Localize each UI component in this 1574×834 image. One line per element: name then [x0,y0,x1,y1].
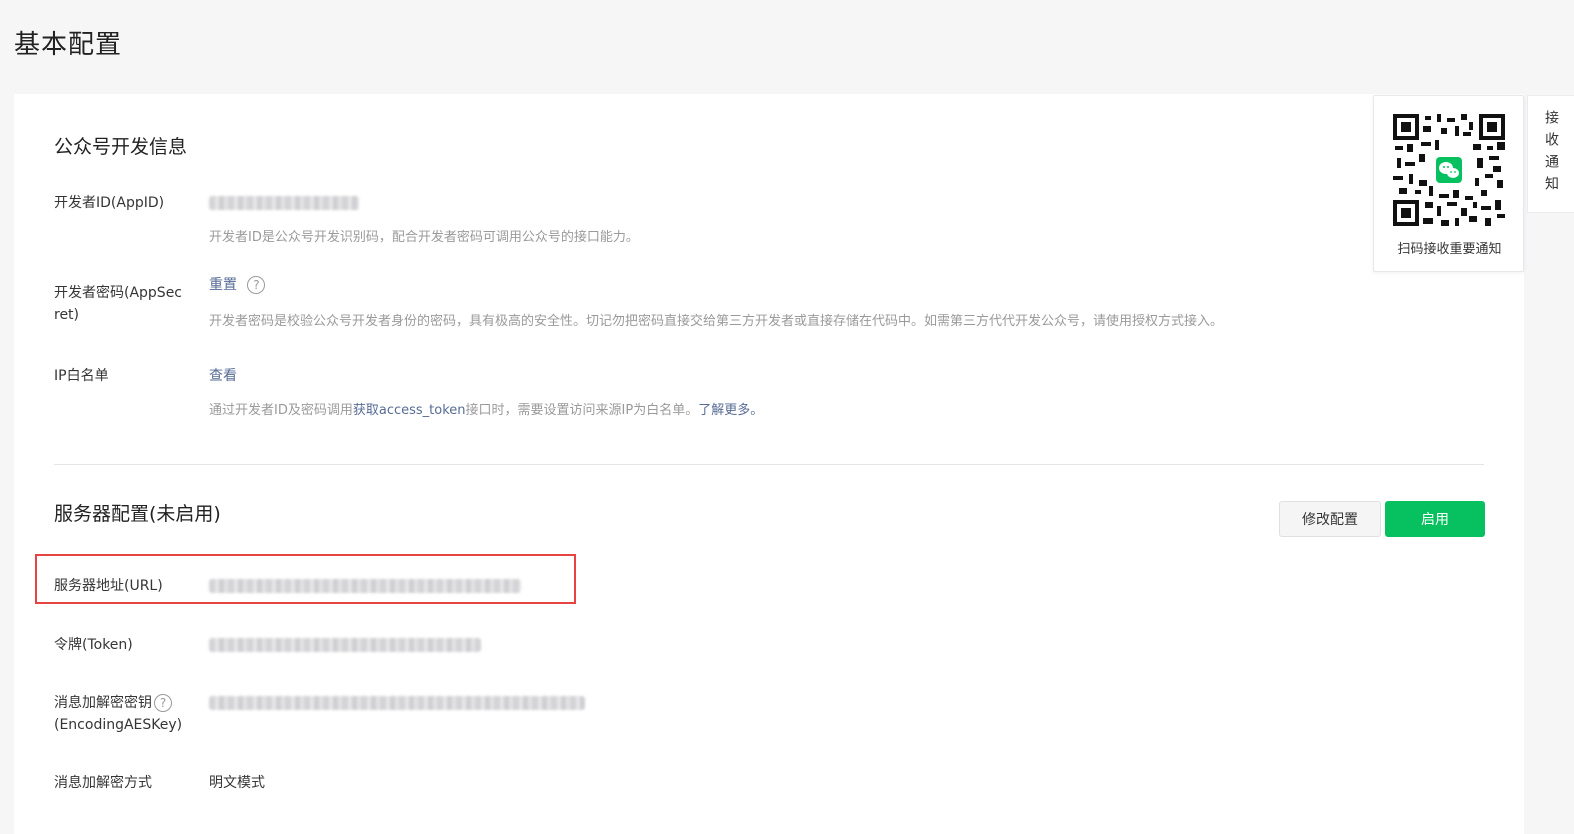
ip-desc-middle: 接口时，需要设置访问来源IP为白名单。 [465,403,699,418]
modify-config-button[interactable]: 修改配置 [1279,501,1381,537]
aes-key-value [209,692,585,714]
token-value [209,634,481,656]
aes-key-label-line2: (EncodingAESKey) [54,717,183,733]
config-card: 公众号开发信息 开发者ID(AppID) 开发者ID是公众号开发识别码，配合开发… [14,94,1524,834]
appid-description: 开发者ID是公众号开发识别码，配合开发者密码可调用公众号的接口能力。 [209,230,639,245]
appsecret-label-line2: ret) [54,307,80,323]
appsecret-label-line1: 开发者密码(AppSec [54,285,183,301]
help-icon[interactable]: ? [154,694,172,712]
token-label: 令牌(Token) [54,637,133,653]
ip-desc-prefix: 通过开发者ID及密码调用 [209,403,353,418]
help-icon[interactable]: ? [247,276,266,294]
qr-code [1393,114,1505,226]
encrypt-mode-value: 明文模式 [209,775,265,791]
section-divider [54,464,1484,465]
qr-caption: 扫码接收重要通知 [1397,242,1502,257]
ip-whitelist-label: IP白名单 [54,368,109,384]
ip-whitelist-action: 查看 [209,365,237,387]
appid-label: 开发者ID(AppID) [54,195,165,211]
encrypt-mode-label: 消息加解密方式 [54,775,152,791]
reset-secret-link[interactable]: 重置 [209,277,237,293]
ip-whitelist-description: 通过开发者ID及密码调用获取access_token接口时，需要设置访问来源IP… [209,399,763,418]
view-whitelist-link[interactable]: 查看 [209,368,237,384]
learn-more-link[interactable]: 了解更多。 [698,403,763,418]
server-config-section-title: 服务器配置(未启用) [54,503,221,525]
receive-notification-tab-label: 接收通知 [1543,110,1559,198]
dev-info-section-title: 公众号开发信息 [54,136,188,158]
appid-value [209,192,359,214]
receive-notification-tab[interactable]: 接收通知 [1527,95,1574,213]
appsecret-description: 开发者密码是校验公众号开发者身份的密码，具有极高的安全性。切记勿把密码直接交给第… [209,314,1224,329]
token-masked-value [209,638,481,652]
aes-key-label: 消息加解密密钥? (EncodingAESKey) [54,692,214,736]
enable-button[interactable]: 启用 [1385,501,1485,537]
page-title: 基本配置 [14,30,123,60]
qr-notification-panel: 扫码接收重要通知 [1373,95,1524,272]
highlight-box [35,554,576,604]
aes-key-label-line1: 消息加解密密钥 [54,695,152,711]
appsecret-label: 开发者密码(AppSec ret) [54,282,194,326]
appid-masked-value [209,196,359,210]
appsecret-actions: 重置 ? [209,274,266,296]
access-token-link[interactable]: 获取access_token [353,403,466,418]
aes-key-masked-value [209,696,585,710]
